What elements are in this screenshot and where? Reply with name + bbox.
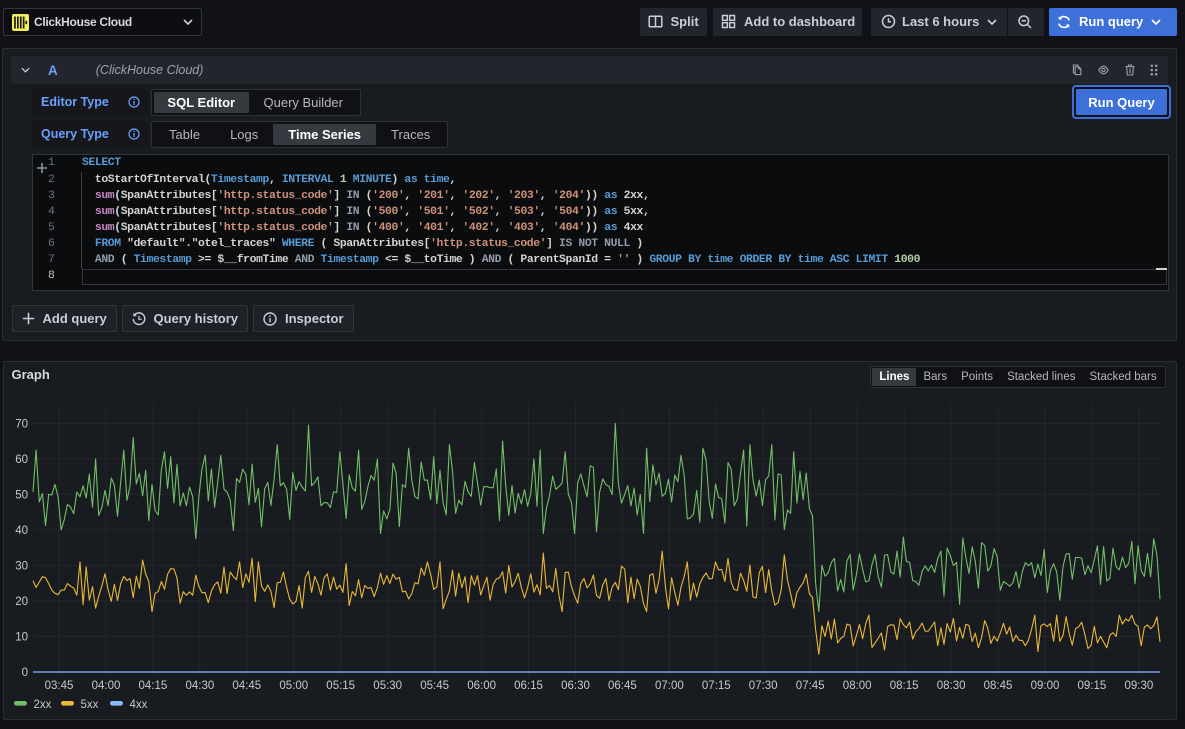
svg-text:0: 0	[22, 667, 28, 679]
svg-text:03:45: 03:45	[45, 680, 74, 692]
svg-text:70: 70	[15, 418, 28, 430]
svg-text:05:30: 05:30	[373, 680, 402, 692]
svg-text:08:45: 08:45	[984, 680, 1013, 692]
svg-text:04:45: 04:45	[232, 680, 261, 692]
svg-text:07:30: 07:30	[749, 680, 778, 692]
svg-text:08:00: 08:00	[843, 680, 872, 692]
svg-text:08:30: 08:30	[937, 680, 966, 692]
svg-text:08:15: 08:15	[890, 680, 919, 692]
svg-text:60: 60	[15, 454, 28, 466]
svg-text:2xx: 2xx	[34, 699, 52, 711]
svg-text:06:45: 06:45	[608, 680, 637, 692]
svg-text:50: 50	[15, 489, 28, 501]
svg-text:07:45: 07:45	[796, 680, 825, 692]
svg-text:06:00: 06:00	[467, 680, 496, 692]
svg-text:06:30: 06:30	[561, 680, 590, 692]
svg-text:05:00: 05:00	[279, 680, 308, 692]
svg-text:04:00: 04:00	[92, 680, 121, 692]
svg-text:04:15: 04:15	[139, 680, 168, 692]
svg-text:04:30: 04:30	[186, 680, 215, 692]
svg-text:05:45: 05:45	[420, 680, 449, 692]
svg-text:5xx: 5xx	[81, 699, 99, 711]
svg-text:06:15: 06:15	[514, 680, 543, 692]
svg-text:10: 10	[15, 632, 28, 644]
svg-text:07:15: 07:15	[702, 680, 731, 692]
svg-text:09:15: 09:15	[1078, 680, 1107, 692]
svg-text:09:30: 09:30	[1125, 680, 1154, 692]
svg-text:40: 40	[15, 525, 28, 537]
svg-text:4xx: 4xx	[130, 699, 148, 711]
svg-text:07:00: 07:00	[655, 680, 684, 692]
svg-text:20: 20	[15, 596, 28, 608]
svg-text:09:00: 09:00	[1031, 680, 1060, 692]
svg-text:30: 30	[15, 560, 28, 572]
svg-text:05:15: 05:15	[326, 680, 355, 692]
